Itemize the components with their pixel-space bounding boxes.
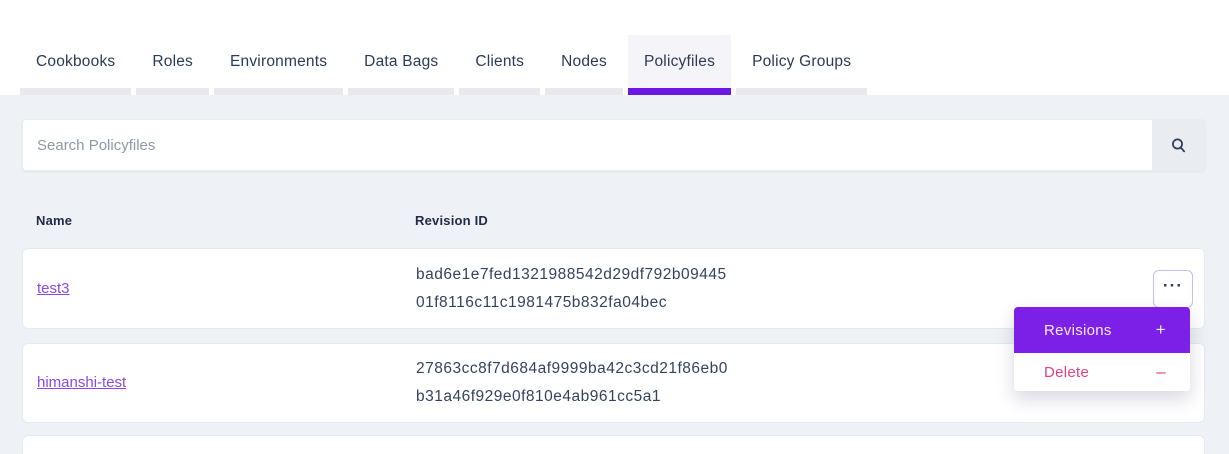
column-header-revision-id: Revision ID	[415, 213, 1205, 228]
column-header-name: Name	[22, 213, 415, 228]
tab-data-bags[interactable]: Data Bags	[348, 35, 454, 95]
revision-id-line: bad6e1e7fed1321988542d29df792b09445	[416, 261, 1204, 289]
tab-cookbooks[interactable]: Cookbooks	[20, 35, 131, 95]
policyfiles-page: Cookbooks Roles Environments Data Bags C…	[0, 0, 1229, 454]
search-button[interactable]	[1152, 120, 1204, 170]
menu-item-label: Revisions	[1044, 322, 1112, 339]
tab-environments[interactable]: Environments	[214, 35, 343, 95]
menu-item-delete[interactable]: Delete –	[1014, 353, 1190, 391]
tab-label: Cookbooks	[36, 53, 115, 71]
tab-policyfiles[interactable]: Policyfiles	[628, 35, 731, 95]
search-input[interactable]	[23, 120, 1152, 170]
row-actions-button[interactable]: ...	[1153, 270, 1193, 308]
menu-item-label: Delete	[1044, 364, 1089, 381]
row-actions-menu: Revisions + Delete –	[1014, 307, 1190, 391]
tab-nodes[interactable]: Nodes	[545, 35, 623, 95]
minus-icon: –	[1156, 362, 1166, 382]
tab-roles[interactable]: Roles	[136, 35, 209, 95]
tab-policy-groups[interactable]: Policy Groups	[736, 35, 867, 95]
table-header: Name Revision ID	[22, 213, 1205, 228]
policyfile-link-test3[interactable]: test3	[37, 280, 70, 297]
tab-label: Policyfiles	[644, 53, 715, 71]
tab-label: Environments	[230, 53, 327, 71]
policyfiles-content: Name Revision ID test3 bad6e1e7fed132198…	[0, 95, 1229, 454]
menu-item-revisions[interactable]: Revisions +	[1014, 307, 1190, 353]
tab-clients[interactable]: Clients	[459, 35, 540, 95]
tab-label: Nodes	[561, 53, 607, 71]
search-icon	[1170, 137, 1187, 154]
tab-label: Clients	[475, 53, 524, 71]
tab-label: Data Bags	[364, 53, 438, 71]
ellipsis-icon: ...	[1163, 271, 1183, 291]
plus-icon: +	[1156, 320, 1166, 340]
infra-tab-bar: Cookbooks Roles Environments Data Bags C…	[0, 0, 1229, 95]
name-cell: himanshi-test	[23, 374, 416, 392]
policyfile-link-himanshi-test[interactable]: himanshi-test	[37, 374, 126, 391]
tab-label: Policy Groups	[752, 53, 851, 71]
name-cell: test3	[23, 280, 416, 298]
tab-label: Roles	[152, 53, 193, 71]
table-row-partial	[22, 435, 1205, 454]
search-bar	[22, 119, 1205, 171]
